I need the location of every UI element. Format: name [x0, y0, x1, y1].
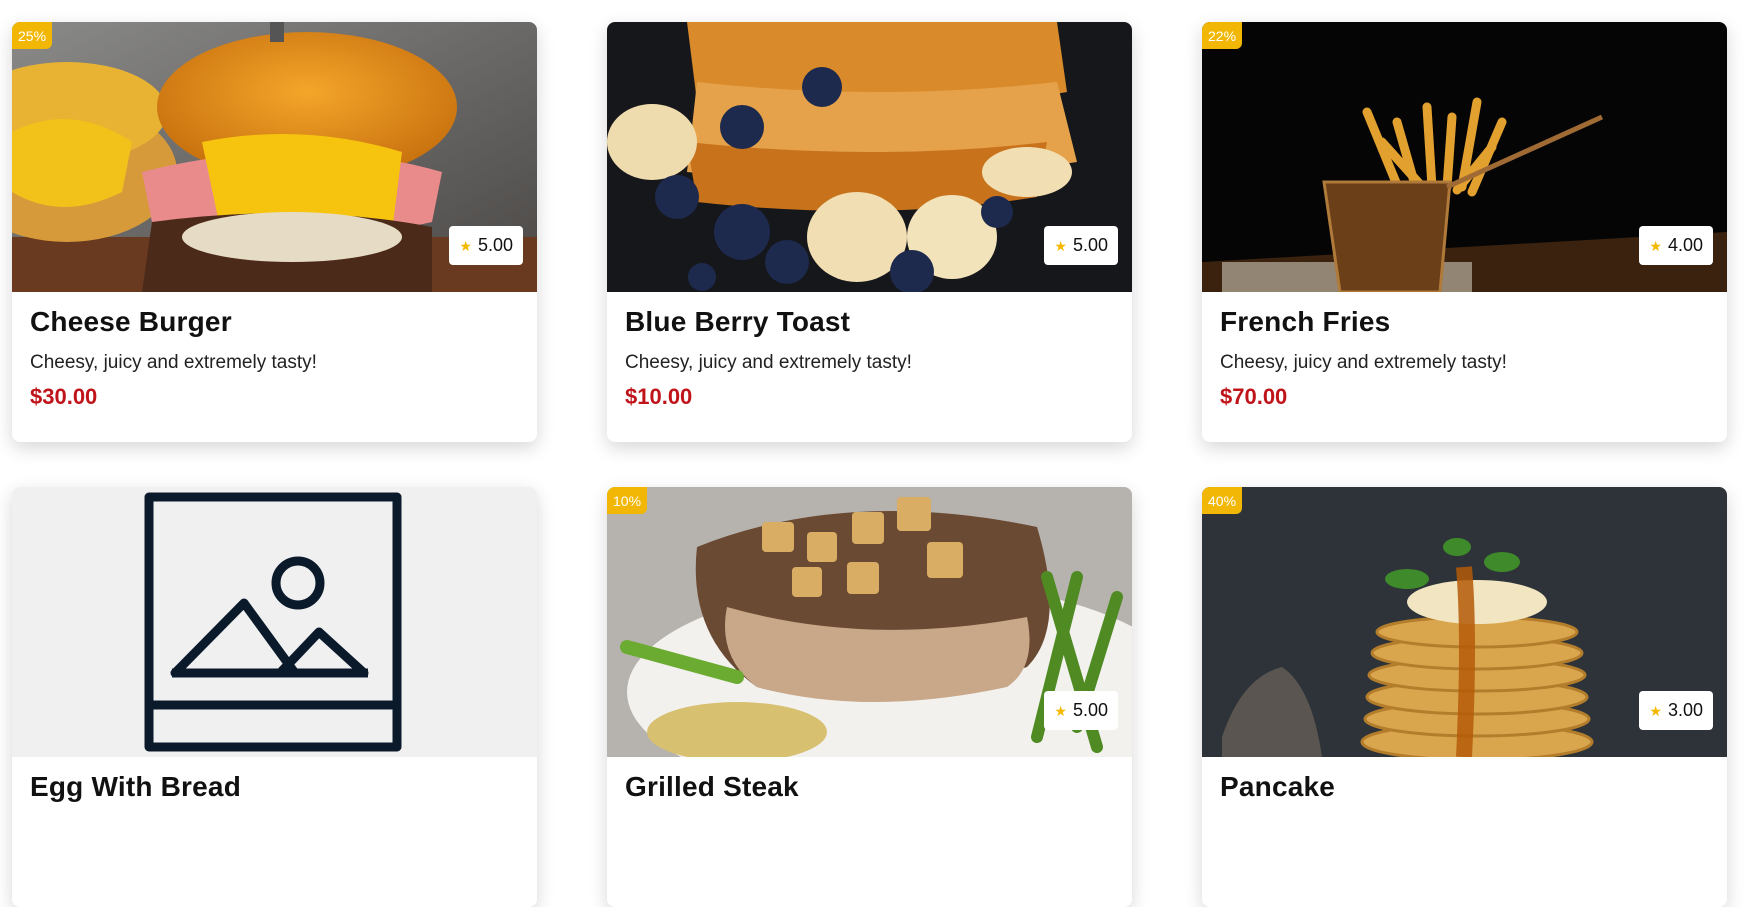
- discount-badge: 22%: [1202, 22, 1243, 49]
- rating-value: 3.00: [1667, 700, 1703, 720]
- rating-value: 4.00: [1667, 235, 1703, 255]
- product-image[interactable]: 25% ★ 5.00: [12, 22, 537, 292]
- star-icon: ★: [1649, 237, 1662, 254]
- rating-badge: ★ 5.00: [1044, 226, 1118, 265]
- star-icon: ★: [459, 237, 472, 254]
- product-grid: 25% ★ 5.00 Cheese Burger Cheesy, juicy a…: [12, 22, 1727, 907]
- product-title[interactable]: Blue Berry Toast: [625, 306, 1114, 338]
- product-image[interactable]: 10% ★ 5.00: [607, 487, 1132, 757]
- product-card-grilled-steak[interactable]: 10% ★ 5.00 Grilled Steak: [607, 487, 1132, 907]
- product-title[interactable]: Egg With Bread: [30, 771, 519, 803]
- rating-value: 5.00: [1072, 700, 1108, 720]
- star-icon: ★: [1054, 237, 1067, 254]
- rating-badge: ★ 5.00: [449, 226, 523, 265]
- discount-badge: 40%: [1202, 487, 1243, 514]
- discount-badge: 10%: [607, 487, 648, 514]
- rating-value: 5.00: [1072, 235, 1108, 255]
- product-card-blue-berry-toast[interactable]: ★ 5.00 Blue Berry Toast Cheesy, juicy an…: [607, 22, 1132, 442]
- product-card-french-fries[interactable]: 22% ★ 4.00 French Fries Cheesy, juicy an…: [1202, 22, 1727, 442]
- product-image[interactable]: 40% ★ 3.00: [1202, 487, 1727, 757]
- rating-badge: ★ 4.00: [1639, 226, 1713, 265]
- product-image[interactable]: [12, 487, 537, 757]
- image-placeholder-icon: [144, 492, 402, 752]
- product-description: Cheesy, juicy and extremely tasty!: [1220, 352, 1507, 373]
- product-description: Cheesy, juicy and extremely tasty!: [625, 352, 912, 373]
- product-description: Cheesy, juicy and extremely tasty!: [30, 352, 317, 373]
- rating-badge: ★ 3.00: [1639, 691, 1713, 730]
- rating-badge: ★ 5.00: [1044, 691, 1118, 730]
- product-title[interactable]: Pancake: [1220, 771, 1709, 803]
- product-title[interactable]: Cheese Burger: [30, 306, 519, 338]
- product-price: $70.00: [1220, 384, 1288, 409]
- product-card-pancake[interactable]: 40% ★ 3.00 Pancake: [1202, 487, 1727, 907]
- product-image[interactable]: 22% ★ 4.00: [1202, 22, 1727, 292]
- star-icon: ★: [1649, 702, 1662, 719]
- product-card-egg-with-bread[interactable]: Egg With Bread: [12, 487, 537, 907]
- product-image[interactable]: ★ 5.00: [607, 22, 1132, 292]
- product-price: $10.00: [625, 384, 693, 409]
- product-title[interactable]: French Fries: [1220, 306, 1709, 338]
- discount-badge: 25%: [12, 22, 53, 49]
- rating-value: 5.00: [477, 235, 513, 255]
- product-price: $30.00: [30, 384, 98, 409]
- star-icon: ★: [1054, 702, 1067, 719]
- product-card-cheese-burger[interactable]: 25% ★ 5.00 Cheese Burger Cheesy, juicy a…: [12, 22, 537, 442]
- product-title[interactable]: Grilled Steak: [625, 771, 1114, 803]
